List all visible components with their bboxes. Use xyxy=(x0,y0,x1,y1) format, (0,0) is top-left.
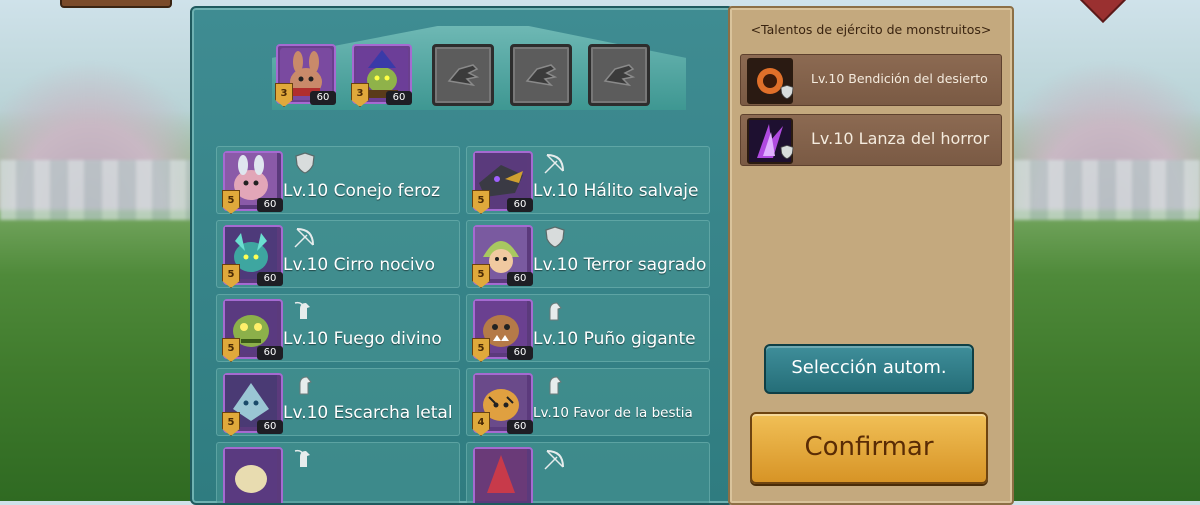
shield-icon xyxy=(780,144,794,160)
talent-horror-lance[interactable]: Lv.10 Lanza del horror xyxy=(740,114,1002,166)
background-wall-left xyxy=(0,160,220,220)
familiar-card[interactable]: 5 60 Lv.10 Cirro nocivo xyxy=(216,220,460,288)
bow-icon xyxy=(544,154,564,174)
familiar-portrait: 5 60 xyxy=(222,151,283,214)
shield-icon xyxy=(295,152,315,174)
level-badge: 60 xyxy=(386,91,412,105)
top-tab xyxy=(60,0,172,8)
familiar-name: Lv.10 Fuego divino xyxy=(283,329,442,349)
level-badge: 60 xyxy=(507,198,533,212)
empty-slot-3[interactable] xyxy=(588,44,650,106)
familiar-portrait xyxy=(473,447,533,503)
star-badge: 5 xyxy=(472,190,490,214)
familiar-name: Lv.10 Puño gigante xyxy=(533,329,696,349)
familiar-name: Lv.10 Conejo feroz xyxy=(283,181,441,201)
familiar-selection-panel: 3 60 3 60 5 60 Lv.10 Conejo feroz 5 60 L… xyxy=(190,6,734,505)
familiar-card[interactable]: 5 60 Lv.10 Fuego divino xyxy=(216,294,460,362)
talents-panel: <Talentos de ejército de monstruitos> Lv… xyxy=(728,6,1014,505)
talent-label: Lv.10 Bendición del desierto xyxy=(811,71,988,86)
familiar-card[interactable]: 5 60 Lv.10 Hálito salvaje xyxy=(466,146,710,214)
familiar-portrait: 5 60 xyxy=(222,299,283,362)
familiar-portrait xyxy=(223,447,283,503)
star-badge: 3 xyxy=(275,83,293,107)
familiar-name: Lv.10 Escarcha letal xyxy=(283,403,453,423)
talents-title: <Talentos de ejército de monstruitos> xyxy=(750,22,992,37)
dragon-head-icon xyxy=(603,64,636,87)
star-badge: 5 xyxy=(222,338,240,362)
archer-horse-icon xyxy=(294,449,310,467)
familiar-card[interactable] xyxy=(216,442,460,503)
familiar-portrait: 5 60 xyxy=(472,151,533,214)
star-badge: 5 xyxy=(222,190,240,214)
level-badge: 60 xyxy=(257,198,283,212)
level-badge: 60 xyxy=(507,420,533,434)
familiar-name: Lv.10 Cirro nocivo xyxy=(283,255,436,275)
star-badge: 5 xyxy=(472,264,490,288)
archer-horse-icon xyxy=(294,301,310,319)
familiar-name: Lv.10 Terror sagrado xyxy=(533,255,707,275)
star-badge: 4 xyxy=(472,412,490,436)
familiar-portrait: 5 60 xyxy=(222,373,283,436)
corner-ornament xyxy=(1078,0,1128,24)
familiar-portrait: 5 60 xyxy=(222,225,283,288)
horse-icon xyxy=(299,376,312,395)
star-badge: 3 xyxy=(351,83,369,107)
familiar-card[interactable]: 5 60 Lv.10 Puño gigante xyxy=(466,294,710,362)
horse-icon xyxy=(549,302,562,321)
familiar-card[interactable]: 5 60 Lv.10 Terror sagrado xyxy=(466,220,710,288)
level-badge: 60 xyxy=(310,91,336,105)
empty-slot-2[interactable] xyxy=(510,44,572,106)
familiar-portrait: 5 60 xyxy=(472,225,533,288)
familiar-card[interactable]: 4 60 Lv.10 Favor de la bestia xyxy=(466,368,710,436)
familiar-name: Lv.10 Favor de la bestia xyxy=(533,405,693,421)
star-badge: 5 xyxy=(222,264,240,288)
confirm-button[interactable]: Confirmar xyxy=(750,412,988,484)
dragon-head-icon xyxy=(447,64,480,87)
shield-icon xyxy=(780,84,794,100)
level-badge: 60 xyxy=(257,272,283,286)
level-badge: 60 xyxy=(507,272,533,286)
talent-label: Lv.10 Lanza del horror xyxy=(811,129,990,148)
familiar-card[interactable] xyxy=(466,442,710,503)
star-badge: 5 xyxy=(222,412,240,436)
level-badge: 60 xyxy=(257,420,283,434)
bow-icon xyxy=(294,228,314,248)
auto-select-button[interactable]: Selección autom. xyxy=(764,344,974,394)
talent-desert-blessing[interactable]: Lv.10 Bendición del desierto xyxy=(740,54,1002,106)
level-badge: 60 xyxy=(257,346,283,360)
bow-icon xyxy=(544,450,564,470)
star-badge: 5 xyxy=(472,338,490,362)
familiar-name: Lv.10 Hálito salvaje xyxy=(533,181,699,201)
empty-slot-1[interactable] xyxy=(432,44,494,106)
selected-slot-2[interactable]: 3 60 xyxy=(351,44,412,107)
horse-icon xyxy=(549,376,562,395)
dragon-head-icon xyxy=(525,64,558,87)
familiar-portrait: 5 60 xyxy=(472,299,533,362)
selected-slot-1[interactable]: 3 60 xyxy=(275,44,336,107)
familiar-card[interactable]: 5 60 Lv.10 Conejo feroz xyxy=(216,146,460,214)
familiar-card[interactable]: 5 60 Lv.10 Escarcha letal xyxy=(216,368,460,436)
familiar-portrait: 4 60 xyxy=(472,373,533,436)
level-badge: 60 xyxy=(507,346,533,360)
shield-icon xyxy=(545,226,565,248)
